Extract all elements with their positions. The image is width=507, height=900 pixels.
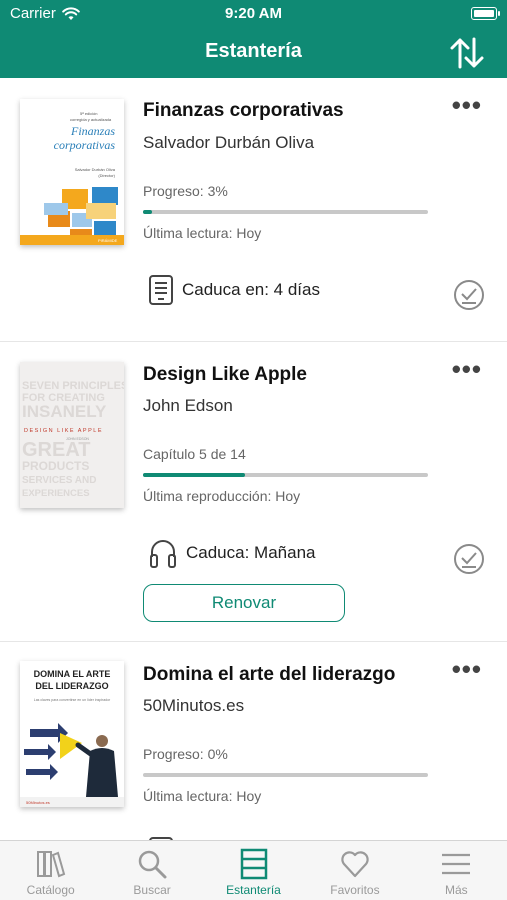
progress-fill	[143, 210, 152, 214]
svg-text:50Minutos.es: 50Minutos.es	[26, 800, 50, 805]
svg-text:DOMINA EL ARTE: DOMINA EL ARTE	[34, 669, 111, 679]
tab-label: Buscar	[133, 883, 171, 897]
progress-bar	[143, 773, 428, 777]
tab-favoritos[interactable]: Favoritos	[304, 841, 405, 900]
tab-label: Estantería	[226, 883, 281, 897]
menu-icon	[442, 853, 471, 875]
book-author: Salvador Durbán Oliva	[143, 133, 315, 152]
expiry-info: Caduca: Mañana	[148, 537, 315, 569]
renew-button[interactable]: Renovar	[143, 584, 345, 622]
battery-icon	[471, 7, 500, 20]
page-title: Estantería	[205, 40, 302, 62]
book-author: John Edson	[143, 396, 233, 415]
svg-text:SEVEN PRINCIPLES: SEVEN PRINCIPLES	[22, 380, 124, 392]
cover-art: DOMINA EL ARTE DEL LIDERAZGO Las claves …	[20, 661, 124, 807]
tab-label: Más	[444, 883, 468, 897]
sort-arrows-icon[interactable]	[449, 36, 485, 70]
svg-text:PIRÁMIDE: PIRÁMIDE	[98, 238, 118, 243]
book-card[interactable]: SEVEN PRINCIPLES FOR CREATING INSANELY D…	[0, 342, 507, 642]
svg-text:corporativas: corporativas	[54, 138, 116, 152]
tab-bar: Catálogo Buscar Estantería Favoritos Más	[0, 840, 507, 900]
status-time: 9:20 AM	[225, 5, 282, 22]
book-cover[interactable]: DOMINA EL ARTE DEL LIDERAZGO Las claves …	[20, 661, 124, 807]
book-title[interactable]: Domina el arte del liderazgo	[143, 664, 395, 686]
last-read-label: Última lectura: Hoy	[143, 788, 262, 804]
tab-catalogo[interactable]: Catálogo	[0, 841, 101, 900]
svg-text:Salvador Durbán Oliva: Salvador Durbán Oliva	[75, 167, 116, 172]
search-icon	[138, 850, 167, 879]
svg-text:EXPERIENCES: EXPERIENCES	[22, 488, 90, 499]
svg-text:corregida y actualizada: corregida y actualizada	[70, 117, 112, 122]
tab-buscar[interactable]: Buscar	[101, 841, 202, 900]
book-cover[interactable]: 5ª edición corregida y actualizada Finan…	[20, 99, 124, 245]
book-title[interactable]: Finanzas corporativas	[143, 100, 344, 122]
svg-text:DEL LIDERAZGO: DEL LIDERAZGO	[35, 681, 108, 691]
svg-text:DESIGN LIKE APPLE: DESIGN LIKE APPLE	[24, 428, 103, 434]
shelf-icon	[240, 848, 267, 880]
headphones-icon	[150, 540, 176, 568]
more-options-icon[interactable]: •••	[452, 656, 482, 682]
mark-finished-icon[interactable]	[453, 279, 485, 311]
cover-art: 5ª edición corregida y actualizada Finan…	[20, 99, 124, 245]
nav-bar: Estantería	[0, 28, 507, 78]
svg-text:Finanzas: Finanzas	[70, 124, 115, 138]
expiry-label: Caduca: Mañana	[186, 543, 316, 562]
status-bar: Carrier 9:20 AM	[0, 0, 507, 28]
books-icon	[36, 851, 65, 878]
book-author: 50Minutos.es	[143, 696, 245, 715]
mark-finished-icon[interactable]	[453, 543, 485, 575]
last-read-label: Última lectura: Hoy	[143, 225, 262, 241]
more-options-icon[interactable]: •••	[452, 356, 482, 382]
heart-icon	[341, 851, 369, 878]
svg-text:INSANELY: INSANELY	[22, 402, 107, 421]
progress-bar	[143, 473, 428, 477]
tab-label: Catálogo	[26, 883, 75, 897]
svg-text:GREAT: GREAT	[22, 439, 91, 461]
expiry-label: Caduca en: 4 días	[182, 280, 320, 299]
battery-level	[474, 10, 494, 17]
progress-label: Progreso: 3%	[143, 183, 228, 199]
last-read-label: Última reproducción: Hoy	[143, 488, 301, 504]
book-cover[interactable]: SEVEN PRINCIPLES FOR CREATING INSANELY D…	[20, 362, 124, 508]
book-card[interactable]: 5ª edición corregida y actualizada Finan…	[0, 78, 507, 342]
ebook-icon	[149, 275, 173, 305]
tab-estanteria[interactable]: Estantería	[203, 841, 304, 900]
svg-text:(Director): (Director)	[98, 173, 115, 178]
progress-bar	[143, 210, 428, 214]
progress-label: Progreso: 0%	[143, 746, 228, 762]
tab-label: Favoritos	[330, 883, 380, 897]
svg-text:5ª edición: 5ª edición	[80, 111, 98, 116]
svg-text:Las claves para convertirse en: Las claves para convertirse en un líder …	[34, 698, 111, 702]
progress-fill	[143, 473, 245, 477]
cover-art: SEVEN PRINCIPLES FOR CREATING INSANELY D…	[20, 362, 124, 508]
svg-text:SERVICES AND: SERVICES AND	[22, 475, 96, 486]
book-card[interactable]: DOMINA EL ARTE DEL LIDERAZGO Las claves …	[0, 642, 507, 840]
more-options-icon[interactable]: •••	[452, 92, 482, 118]
shelf-list[interactable]: 5ª edición corregida y actualizada Finan…	[0, 78, 507, 840]
expiry-info: Caduca en: 4 días	[148, 274, 320, 306]
book-title[interactable]: Design Like Apple	[143, 364, 307, 386]
svg-text:PRODUCTS: PRODUCTS	[22, 459, 89, 473]
tab-mas[interactable]: Más	[406, 841, 507, 900]
progress-label: Capítulo 5 de 14	[143, 446, 246, 462]
